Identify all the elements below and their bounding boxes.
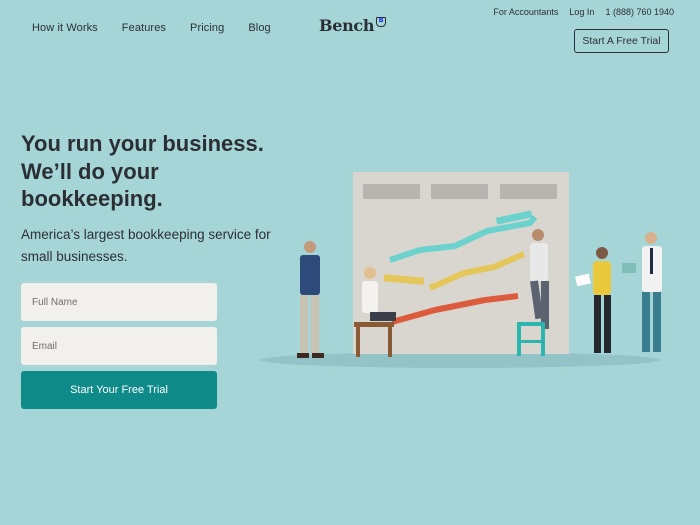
nav-features[interactable]: Features bbox=[122, 22, 166, 34]
start-free-trial-button[interactable]: Start Your Free Trial bbox=[21, 371, 217, 409]
board-header-block bbox=[500, 184, 557, 199]
for-accountants-link[interactable]: For Accountants bbox=[493, 7, 558, 17]
start-free-trial-header-button[interactable]: Start A Free Trial bbox=[574, 29, 669, 53]
nav-blog[interactable]: Blog bbox=[248, 22, 270, 34]
person-yellow-top bbox=[575, 247, 611, 353]
email-input[interactable] bbox=[21, 327, 217, 365]
top-navigation: How it Works Features Pricing Blog Bench… bbox=[0, 0, 700, 60]
board-header-block bbox=[431, 184, 488, 199]
logo-badge-icon: B bbox=[376, 17, 387, 27]
person-navy-blazer bbox=[297, 241, 324, 358]
phone-number[interactable]: 1 (888) 760 1940 bbox=[605, 7, 674, 17]
main-nav: How it Works Features Pricing Blog bbox=[32, 22, 271, 34]
nav-how-it-works[interactable]: How it Works bbox=[32, 22, 98, 34]
team-building-growth-chart-illustration bbox=[260, 172, 662, 368]
logo-wordmark: Bench bbox=[319, 16, 375, 35]
login-link[interactable]: Log In bbox=[569, 7, 594, 17]
person-with-tie bbox=[622, 232, 662, 352]
full-name-input[interactable] bbox=[21, 283, 217, 321]
nav-pricing[interactable]: Pricing bbox=[190, 22, 224, 34]
board-header-block bbox=[363, 184, 420, 199]
utility-links: For Accountants Log In 1 (888) 760 1940 bbox=[493, 7, 674, 17]
bench-logo[interactable]: Bench B bbox=[319, 16, 387, 35]
